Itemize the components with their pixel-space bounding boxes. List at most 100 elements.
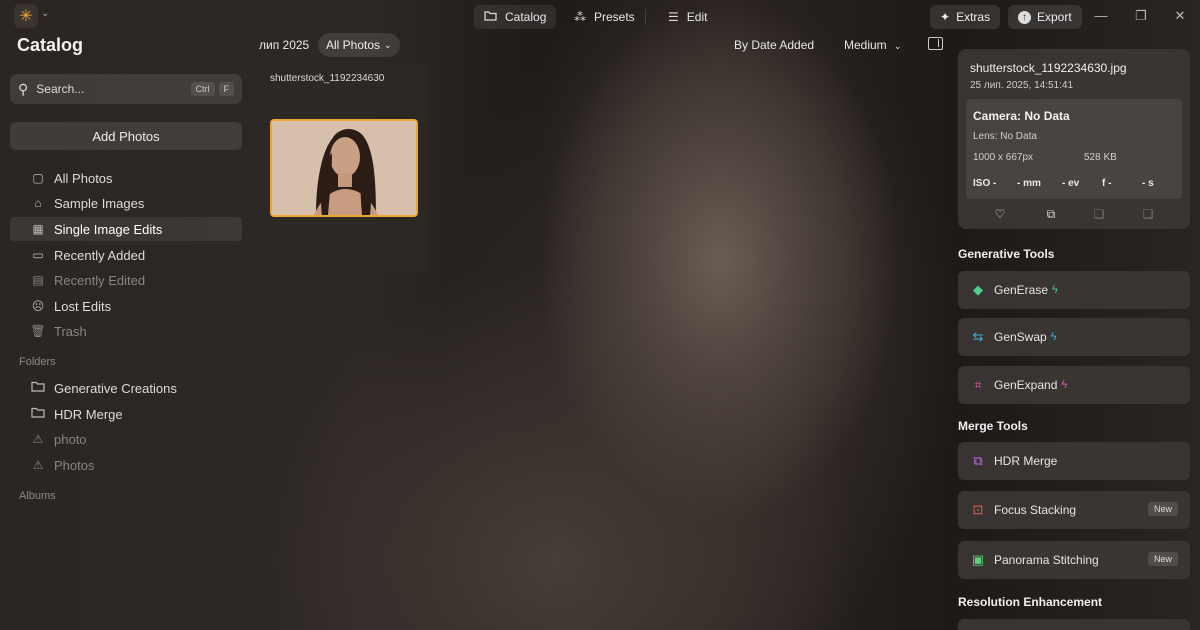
shortcut-f: F — [218, 82, 234, 96]
resolution-tool-button[interactable] — [958, 619, 1190, 630]
sidebar-item-single-image-edits[interactable]: ▦ Single Image Edits — [10, 217, 242, 241]
focus-icon: ⊡ — [972, 502, 984, 517]
hdr-merge-button[interactable]: ⧉ HDR Merge — [958, 442, 1190, 480]
sidebar-item-label: All Photos — [54, 170, 113, 186]
stack-icon[interactable]: ❏ — [1140, 207, 1156, 221]
panel-toggle-icon[interactable] — [928, 37, 943, 50]
sidebar-item-lost-edits[interactable]: ☹ Lost Edits — [10, 294, 242, 318]
export-label: Export — [1037, 10, 1072, 24]
info-dimensions: 1000 x 667px — [973, 152, 1034, 163]
photo-thumbnail[interactable] — [270, 119, 418, 217]
generative-tools-heading: Generative Tools — [958, 247, 1055, 261]
sun-icon[interactable]: ✳ — [14, 4, 38, 28]
tool-label: HDR Merge — [994, 454, 1058, 468]
tool-label: Focus Stacking — [994, 503, 1077, 517]
warning-icon: ⚠ — [32, 458, 44, 472]
compare-icon[interactable]: ❏ — [1091, 207, 1107, 221]
tab-edit-label: Edit — [686, 10, 708, 24]
sidebar-item-recently-edited[interactable]: ▤ Recently Edited — [10, 268, 242, 292]
sidebar-item-label: Recently Edited — [54, 272, 146, 288]
chevron-down-icon: ⌄ — [384, 39, 392, 50]
tool-label: GenErase — [994, 283, 1049, 297]
search-placeholder: Search... — [36, 82, 85, 96]
info-date: 25 лип. 2025, 14:51:41 — [970, 80, 1074, 91]
extras-button[interactable]: ✦ Extras — [930, 5, 1001, 29]
share-icon[interactable]: ⧉ — [1043, 207, 1059, 222]
expand-icon: ⌗ — [974, 377, 982, 392]
focus-stacking-button[interactable]: ⊡ Focus Stacking New — [958, 491, 1190, 529]
search-input[interactable]: ⚲ Search... Ctrl F — [10, 74, 242, 104]
sidebar-item-label: Photos — [54, 457, 95, 473]
eraser-icon: ◆ — [973, 282, 983, 297]
sidebar-item-photos[interactable]: ⚠ Photos — [10, 453, 242, 477]
date-group-label: лип 2025 — [259, 38, 310, 52]
tool-label: GenExpand — [994, 378, 1058, 392]
sliders-icon: ☰ — [668, 10, 679, 24]
sidebar-item-label: Trash — [54, 323, 87, 339]
panorama-icon: ▣ — [971, 552, 985, 567]
tab-divider — [645, 9, 646, 25]
export-button[interactable]: ↑ Export — [1008, 5, 1082, 29]
size-dropdown[interactable]: Medium ⌄ — [844, 38, 902, 52]
info-lens: Lens: No Data — [973, 131, 1037, 142]
sidebar-title: Catalog — [17, 35, 84, 55]
minimize-icon[interactable]: — — [1091, 8, 1111, 23]
restore-icon[interactable]: ❐ — [1131, 8, 1151, 24]
info-filesize: 528 KB — [1084, 152, 1117, 163]
panorama-stitching-button[interactable]: ▣ Panorama Stitching New — [958, 541, 1190, 579]
warning-icon: ⚠ — [32, 432, 44, 446]
sidebar-item-sample-images[interactable]: ⌂ Sample Images — [10, 191, 242, 215]
sparkle-icon: ✦ — [940, 10, 951, 24]
sidebar-item-hdr-merge[interactable]: HDR Merge — [10, 402, 242, 426]
genswap-button[interactable]: ⇆ GenSwap ϟ — [958, 318, 1190, 356]
exif-shutter: - s — [1142, 178, 1154, 189]
close-icon[interactable]: ✕ — [1170, 8, 1190, 24]
folders-heading: Folders — [19, 356, 56, 368]
sidebar-item-recently-added[interactable]: ▭ Recently Added — [10, 243, 242, 267]
lightning-icon: ϟ — [1052, 284, 1058, 296]
magic-wand-icon: ⁂ — [574, 10, 586, 24]
heart-icon[interactable]: ♡ — [992, 207, 1008, 221]
tool-label: GenSwap — [994, 330, 1047, 344]
genexpand-button[interactable]: ⌗ GenExpand ϟ — [958, 366, 1190, 404]
trash-icon: 🗑 — [30, 324, 46, 338]
sidebar-item-generative-creations[interactable]: Generative Creations — [10, 376, 242, 400]
chevron-down-icon[interactable]: ⌄ — [41, 8, 49, 19]
tab-edit[interactable]: ☰ Edit — [658, 5, 717, 29]
swap-icon: ⇆ — [972, 329, 984, 344]
photo-filename: shutterstock_1192234630 — [270, 73, 385, 84]
filter-dropdown[interactable]: All Photos ⌄ — [318, 33, 400, 57]
exif-iso: ISO - — [973, 178, 997, 189]
resolution-enhancement-heading: Resolution Enhancement — [958, 595, 1103, 609]
photos-icon: ▢ — [32, 171, 44, 185]
tab-catalog-label: Catalog — [505, 10, 547, 24]
add-photos-button[interactable]: Add Photos — [10, 122, 242, 150]
sort-dropdown[interactable]: By Date Added — [734, 38, 814, 52]
grid-icon: ▦ — [32, 222, 44, 236]
info-filename: shutterstock_1192234630.jpg — [970, 61, 1127, 75]
tab-catalog[interactable]: Catalog — [474, 5, 557, 29]
sidebar-item-all-photos[interactable]: ▢ All Photos — [10, 166, 242, 190]
portrait-image — [272, 121, 416, 215]
graduation-cap-icon: ⌂ — [34, 196, 42, 210]
chevron-down-icon: ⌄ — [894, 41, 902, 51]
sidebar-item-label: Recently Added — [54, 247, 146, 263]
new-badge: New — [1147, 502, 1178, 516]
sidebar-item-photo[interactable]: ⚠ photo — [10, 427, 242, 451]
sidebar-item-label: Single Image Edits — [54, 221, 163, 237]
folder-icon — [30, 381, 46, 395]
exif-exposure: - ev — [1062, 178, 1080, 189]
sidebar-item-label: photo — [54, 431, 87, 447]
generase-button[interactable]: ◆ GenErase ϟ — [958, 271, 1190, 309]
sidebar-item-label: Lost Edits — [54, 298, 112, 314]
sidebar-item-trash[interactable]: 🗑 Trash — [10, 319, 242, 343]
filter-label: All Photos — [326, 38, 381, 52]
tab-presets[interactable]: ⁂ Presets — [564, 5, 645, 29]
info-camera: Camera: No Data — [973, 109, 1070, 123]
calendar-edit-icon: ▤ — [32, 273, 44, 287]
folder-icon — [484, 10, 497, 24]
tab-presets-label: Presets — [594, 10, 635, 24]
merge-tools-heading: Merge Tools — [958, 419, 1028, 433]
hdr-icon: ⧉ — [973, 453, 983, 468]
lightning-icon: ϟ — [1050, 331, 1057, 343]
